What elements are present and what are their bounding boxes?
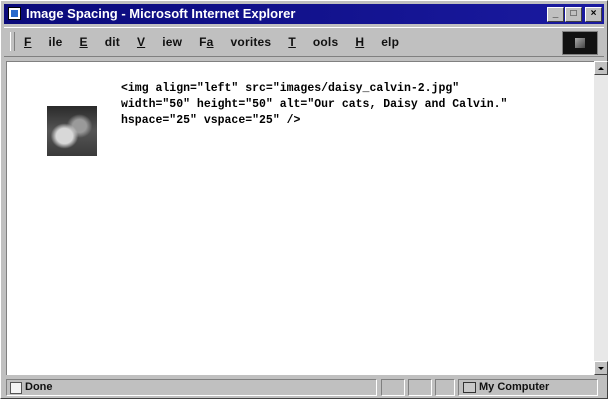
status-text: Done [25,381,53,393]
page-done-icon [10,382,22,394]
window-controls: _ □ × [546,7,602,22]
ie-page-icon [8,7,21,20]
status-panel-blank [381,379,405,396]
menu-item-favorites[interactable]: Fa vorites [199,35,271,49]
menu-item-tools[interactable]: Tools [288,35,338,49]
minimize-button[interactable]: _ [547,7,564,22]
menu-item-help[interactable]: Help [355,35,399,49]
status-panel: Done [6,379,377,396]
page-content: <img align="left" src="images/daisy_calv… [6,61,594,375]
scroll-down-icon[interactable] [594,361,608,375]
status-bar: Done My Computer [4,377,604,397]
code-sample: <img align="left" src="images/daisy_calv… [121,82,508,127]
windows-logo-icon [562,31,598,55]
status-panel-blank [408,379,432,396]
window-title: Image Spacing - Microsoft Internet Explo… [26,6,296,21]
vertical-scrollbar[interactable] [594,61,608,375]
menu-items: File Edit View Fa vorites Tools Help [24,28,416,56]
browser-window: Image Spacing - Microsoft Internet Explo… [0,0,608,399]
toolbar-grip[interactable] [10,32,15,51]
menu-item-file[interactable]: File [24,35,62,49]
scroll-up-icon[interactable] [594,61,608,75]
computer-icon [463,382,476,393]
zone-text: My Computer [479,381,550,393]
cats-image [47,106,97,156]
menu-item-edit[interactable]: Edit [79,35,119,49]
security-zone-panel: My Computer [458,379,598,396]
maximize-button[interactable]: □ [565,7,582,22]
status-panel-blank [435,379,455,396]
title-bar[interactable]: Image Spacing - Microsoft Internet Explo… [4,4,604,24]
close-button[interactable]: × [585,7,602,22]
menu-item-view[interactable]: View [137,35,182,49]
menu-bar: File Edit View Fa vorites Tools Help [4,27,604,57]
